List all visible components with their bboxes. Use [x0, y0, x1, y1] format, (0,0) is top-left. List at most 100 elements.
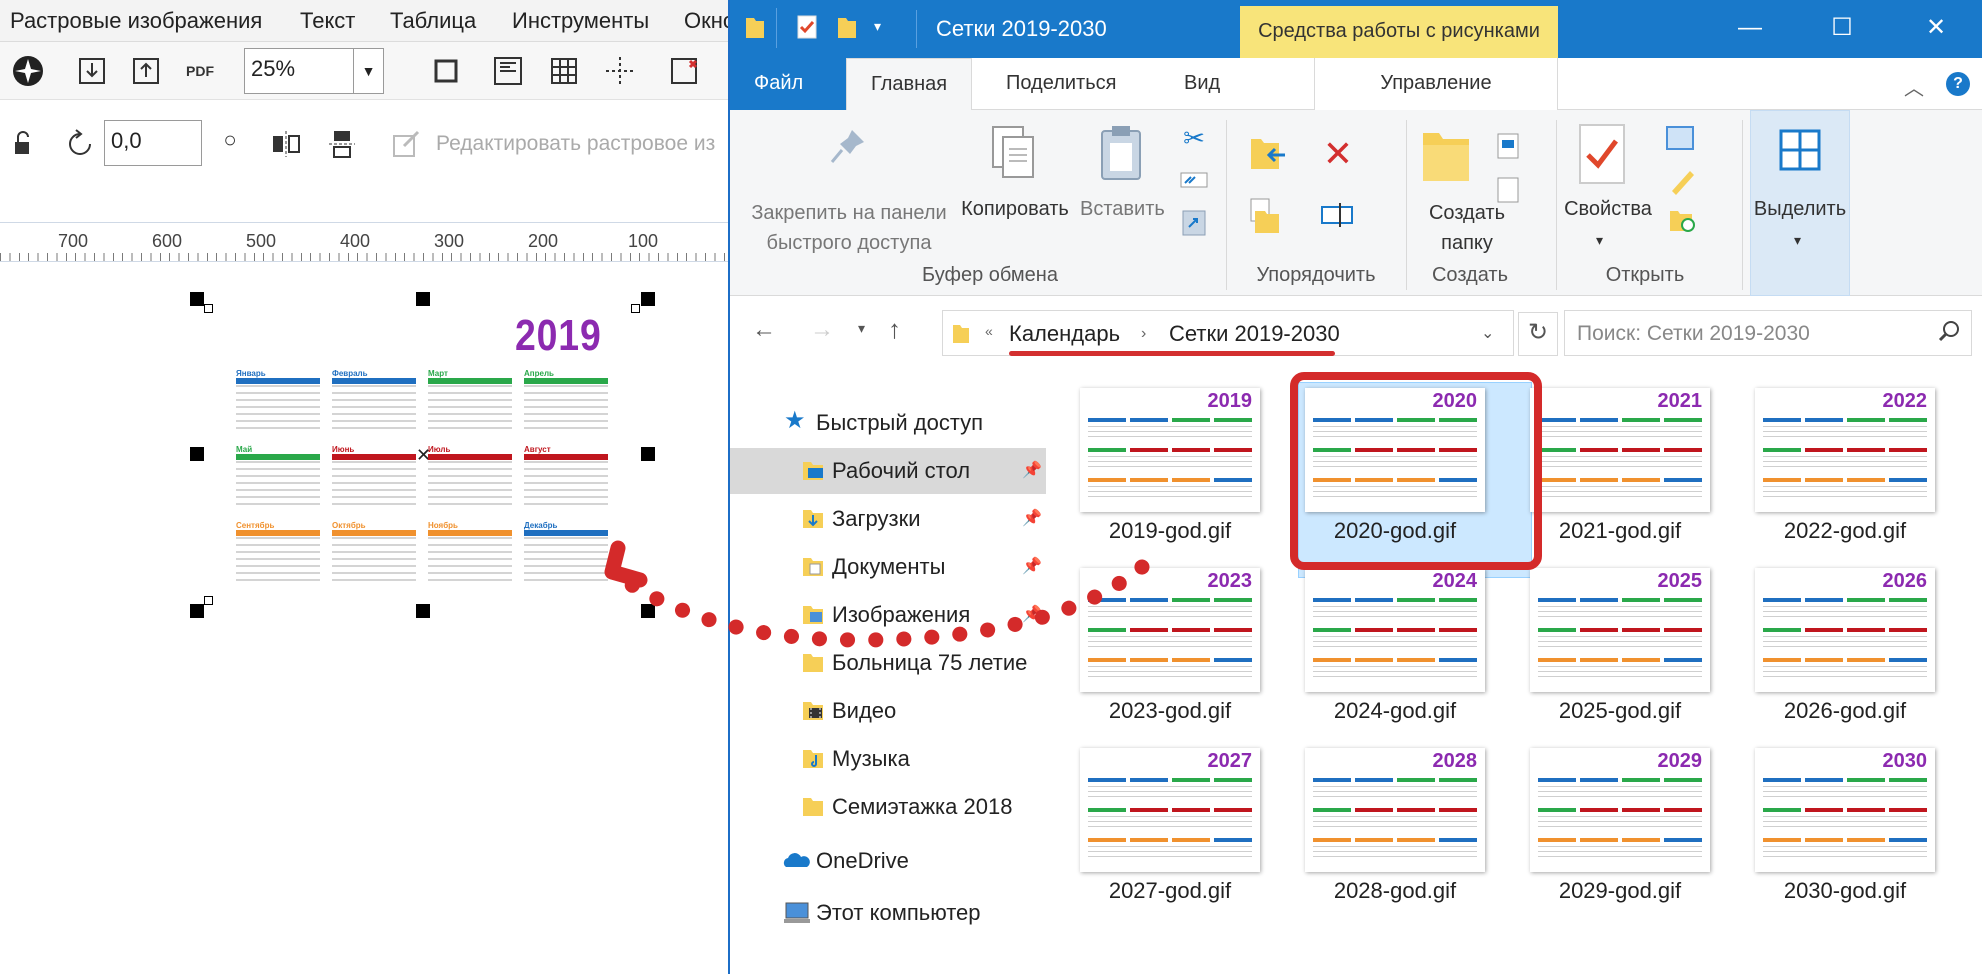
- maximize-icon[interactable]: ☐: [1820, 8, 1864, 48]
- selection-handle[interactable]: [190, 604, 204, 618]
- back-arrow-icon[interactable]: ←: [752, 316, 776, 344]
- nav-desktop[interactable]: Рабочий стол 📌: [730, 448, 1046, 494]
- close-icon[interactable]: ✕: [1914, 8, 1958, 48]
- paste-icon[interactable]: [1096, 122, 1146, 182]
- pin-icon[interactable]: 📌: [1022, 508, 1042, 528]
- edit-bitmap-icon[interactable]: [386, 124, 426, 164]
- rename-icon[interactable]: [1314, 196, 1362, 236]
- nav-semietazhka-folder[interactable]: Семиэтажка 2018: [730, 784, 1046, 830]
- chevron-down-icon[interactable]: ▾: [1596, 232, 1603, 249]
- search-icon[interactable]: [1937, 319, 1961, 349]
- copy-to-icon[interactable]: [1244, 196, 1292, 236]
- pin-icon[interactable]: 📌: [1022, 556, 1042, 576]
- zoom-level-combo[interactable]: 25% ▼: [244, 48, 384, 94]
- nav-videos[interactable]: Видео: [730, 688, 1046, 734]
- grid-icon[interactable]: [544, 51, 584, 91]
- pin-icon[interactable]: [826, 124, 870, 168]
- nav-this-pc[interactable]: Этот компьютер: [730, 890, 1046, 936]
- menu-table[interactable]: Таблица: [390, 8, 476, 34]
- pin-icon[interactable]: 📌: [1022, 460, 1042, 480]
- file-tile[interactable]: 2019 2019-god.gif: [1062, 388, 1268, 556]
- pin-icon[interactable]: 📌: [1022, 604, 1042, 624]
- search-input[interactable]: Поиск: Сетки 2019-2030: [1564, 310, 1972, 356]
- easy-access-icon[interactable]: [1490, 170, 1534, 210]
- open-icon[interactable]: [1660, 118, 1704, 158]
- select-button[interactable]: Выделить: [1750, 198, 1850, 221]
- chevron-down-icon[interactable]: ⌄: [1481, 323, 1494, 343]
- address-bar[interactable]: « Календарь › Сетки 2019-2030 ⌄: [942, 310, 1514, 356]
- copy-icon[interactable]: [988, 122, 1038, 182]
- lock-icon[interactable]: [4, 124, 44, 164]
- move-to-icon[interactable]: [1244, 134, 1292, 174]
- nav-pictures[interactable]: Изображения 📌: [730, 592, 1046, 638]
- pdf-export-icon[interactable]: PDF: [180, 51, 220, 91]
- menu-bitmaps[interactable]: Растровые изображения: [10, 8, 262, 34]
- file-tile[interactable]: 2022 2022-god.gif: [1737, 388, 1943, 556]
- tab-manage[interactable]: Управление: [1314, 58, 1558, 110]
- new-folder-quick-icon[interactable]: [836, 14, 858, 45]
- file-tile[interactable]: 2021 2021-god.gif: [1512, 388, 1718, 556]
- file-tile[interactable]: 2026 2026-god.gif: [1737, 568, 1943, 736]
- selection-handle[interactable]: [641, 292, 655, 306]
- nav-music[interactable]: Музыка: [730, 736, 1046, 782]
- chevron-down-icon[interactable]: ▼: [353, 49, 383, 93]
- refresh-icon[interactable]: ↻: [1518, 312, 1558, 356]
- properties-button[interactable]: Свойства: [1560, 198, 1656, 221]
- export-icon[interactable]: [126, 51, 166, 91]
- pin-to-quick-access-button[interactable]: Закрепить на панели быстрого доступа: [740, 198, 958, 258]
- file-tile[interactable]: 2024 2024-god.gif: [1287, 568, 1493, 736]
- tab-home[interactable]: Главная: [846, 58, 972, 110]
- help-icon[interactable]: ?: [1946, 72, 1970, 96]
- rotation-input[interactable]: 0,0: [104, 120, 202, 166]
- nav-quick-access[interactable]: ★ Быстрый доступ: [730, 400, 1046, 446]
- import-icon[interactable]: [72, 51, 112, 91]
- cut-icon[interactable]: ✂: [1178, 122, 1210, 154]
- file-tile[interactable]: 2028 2028-god.gif: [1287, 748, 1493, 916]
- file-tile[interactable]: 2029 2029-god.gif: [1512, 748, 1718, 916]
- breadcrumb-calendar[interactable]: Календарь: [1009, 321, 1120, 347]
- tab-share[interactable]: Поделиться: [982, 58, 1140, 110]
- tab-view[interactable]: Вид: [1160, 58, 1244, 110]
- new-folder-icon[interactable]: [1416, 124, 1476, 184]
- selection-handle[interactable]: [641, 447, 655, 461]
- forward-arrow-icon[interactable]: →: [810, 316, 834, 344]
- launcher-icon[interactable]: [8, 51, 48, 91]
- paste-button[interactable]: Вставить: [1080, 198, 1165, 221]
- mirror-vertical-icon[interactable]: [322, 124, 362, 164]
- selection-handle[interactable]: [190, 447, 204, 461]
- file-tile[interactable]: 2027 2027-god.gif: [1062, 748, 1268, 916]
- copy-button[interactable]: Копировать: [960, 198, 1070, 221]
- selection-handle[interactable]: [641, 604, 655, 618]
- new-item-icon[interactable]: [1490, 126, 1534, 166]
- nav-downloads[interactable]: Загрузки 📌: [730, 496, 1046, 542]
- properties-quick-icon[interactable]: [796, 14, 820, 45]
- minimize-icon[interactable]: —: [1728, 8, 1772, 48]
- full-screen-icon[interactable]: [426, 51, 466, 91]
- menu-tools[interactable]: Инструменты: [512, 8, 649, 34]
- select-all-icon[interactable]: [1774, 124, 1826, 176]
- file-tile[interactable]: 2023 2023-god.gif: [1062, 568, 1268, 736]
- history-icon[interactable]: [1660, 202, 1704, 238]
- edit-icon[interactable]: [1660, 162, 1704, 198]
- rotate-icon[interactable]: [60, 124, 100, 164]
- copy-path-icon[interactable]: [1178, 166, 1210, 194]
- customize-quick-access-icon[interactable]: ▾: [874, 18, 881, 35]
- properties-icon[interactable]: [1572, 122, 1632, 186]
- selection-handle[interactable]: [190, 292, 204, 306]
- selection-handle[interactable]: [416, 604, 430, 618]
- menu-text[interactable]: Текст: [300, 8, 355, 34]
- nav-onedrive[interactable]: OneDrive: [730, 838, 1046, 884]
- file-tile[interactable]: 2025 2025-god.gif: [1512, 568, 1718, 736]
- chevron-down-icon[interactable]: ▾: [1794, 232, 1801, 249]
- mirror-horizontal-icon[interactable]: [266, 124, 306, 164]
- delete-icon[interactable]: ✕: [1314, 133, 1362, 174]
- drawing-canvas[interactable]: ✕ 2019 Январь Февраль Март Апрель Май Ию…: [0, 263, 740, 974]
- overflow-chevron-icon[interactable]: «: [985, 323, 993, 339]
- up-arrow-icon[interactable]: ↑: [888, 314, 901, 345]
- collapse-ribbon-icon[interactable]: ︿: [1904, 72, 1924, 101]
- snap-off-icon[interactable]: [664, 51, 704, 91]
- nav-documents[interactable]: Документы 📌: [730, 544, 1046, 590]
- rulers-icon[interactable]: [488, 51, 528, 91]
- paste-shortcut-icon[interactable]: [1178, 206, 1210, 238]
- selection-handle[interactable]: [416, 292, 430, 306]
